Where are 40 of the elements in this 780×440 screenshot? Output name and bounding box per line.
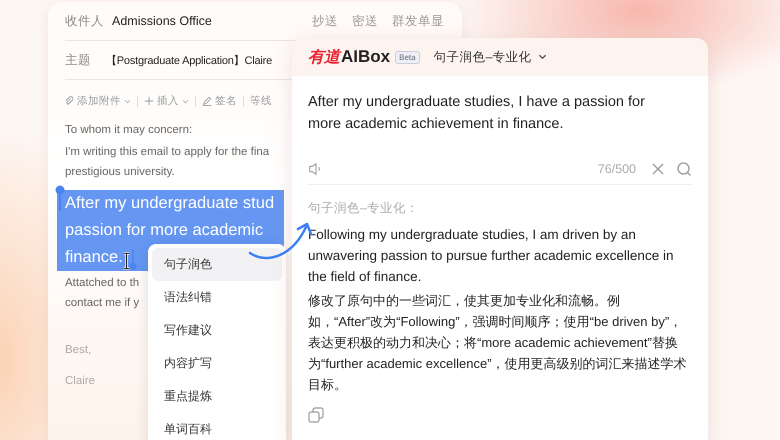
search-icon[interactable]: [676, 161, 692, 177]
plus-icon: [144, 96, 154, 106]
menu-item[interactable]: 内容扩写: [152, 347, 282, 380]
menu-item[interactable]: 重点提炼: [152, 380, 282, 413]
paperclip-icon: [64, 96, 74, 106]
result-label: 句子润色–专业化：: [308, 200, 420, 217]
menu-item[interactable]: 语法纠错: [152, 281, 282, 314]
brand-name: AIBox: [341, 47, 390, 67]
signoff-text: Best,: [65, 343, 92, 358]
menu-item[interactable]: 单词百科: [152, 413, 282, 440]
chevron-down-icon: [538, 54, 547, 60]
menu-item[interactable]: 句子润色: [152, 248, 282, 281]
explanation-text: 修改了原句中的一些词汇，使其更加专业化和流畅。例如，“After”改为“Following”，强调时间顺序；使用“be driven by”，表达更积极的动力和决心；将“more academic achievement”替换为“further academic excellence”，使用更高级别的词汇来描述学术目标。: [308, 292, 688, 394]
caret-icon: [182, 98, 189, 104]
body-text: Attatched to th: [65, 276, 140, 291]
input-text[interactable]: After my undergraduate studies, I have a passion for more academic achievement in finance.: [308, 91, 676, 135]
caret-icon: [124, 98, 131, 104]
menu-item[interactable]: 写作建议: [152, 314, 282, 347]
text-cursor-icon: [122, 252, 131, 270]
body-text: contact me if y: [65, 296, 140, 311]
pen-icon: [202, 96, 212, 106]
recipient-field[interactable]: Admissions Office: [112, 14, 212, 28]
recipient-label: 收件人: [65, 12, 105, 30]
brand-mark: 有道: [308, 48, 340, 68]
body-text: To whom it may concern:: [65, 123, 192, 138]
copy-icon[interactable]: [308, 407, 324, 423]
beta-badge: Beta: [395, 50, 420, 64]
subject-label: 主题: [65, 52, 92, 68]
character-counter: 76/500: [598, 162, 636, 176]
body-text: prestigious university.: [65, 165, 175, 180]
close-icon[interactable]: [650, 161, 666, 177]
selected-text: passion for more academic: [57, 217, 284, 244]
subject-field[interactable]: 【Postgraduate Application】Claire: [106, 52, 272, 68]
mode-dropdown[interactable]: 句子润色–专业化: [434, 48, 547, 66]
result-text: Following my undergraduate studies, I am driven by an unwavering passion to pursue further academic excellence in the field of finance.: [308, 226, 674, 286]
selected-text: After my undergraduate stud: [57, 190, 284, 217]
selection-handle-icon[interactable]: [55, 185, 65, 211]
selection-handle-icon[interactable]: [129, 249, 137, 271]
body-text: I'm writing this email to apply for the fina: [65, 145, 270, 160]
signoff-text: Claire: [65, 374, 96, 389]
